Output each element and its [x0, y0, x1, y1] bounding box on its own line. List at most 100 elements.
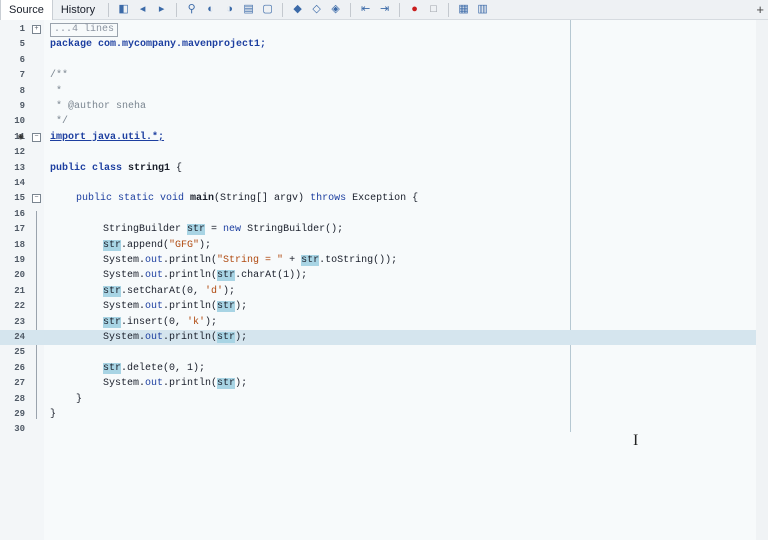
line-number: 15 — [14, 193, 25, 204]
code-text: out — [145, 378, 164, 390]
code-line[interactable]: 26 str.delete(0, 1); — [0, 361, 756, 376]
code-text: .println( — [163, 378, 218, 390]
line-number: 10 — [14, 116, 25, 127]
code-text: System. — [103, 301, 146, 313]
toggle-highlight-icon[interactable]: ▤ — [241, 2, 256, 17]
code-line[interactable]: 16 — [0, 207, 756, 222]
line-number: 5 — [19, 39, 25, 50]
variable-highlight: str — [217, 332, 236, 343]
code-line[interactable]: 10 */ — [0, 114, 756, 129]
fold-collapse-icon[interactable]: − — [32, 194, 41, 204]
toolbar-separator — [282, 2, 284, 17]
uncomment-icon[interactable]: ▥ — [475, 2, 490, 17]
find-next-icon[interactable]: ◑ — [222, 2, 237, 17]
code-line[interactable]: 28 } — [0, 392, 756, 407]
shift-right-icon[interactable]: ⇥ — [377, 2, 392, 17]
prev-bookmark-icon[interactable]: ◆ — [290, 2, 305, 17]
code-text: = — [205, 224, 224, 236]
code-text: } — [50, 409, 57, 420]
toolbar-separator — [399, 2, 401, 17]
code-line[interactable]: 12 — [0, 145, 756, 160]
code-text: ); — [235, 301, 248, 313]
code-line[interactable]: 20 System.out.println(str.charAt(1)); — [0, 268, 756, 283]
code-line[interactable]: 5 package com.mycompany.mavenproject1; — [0, 37, 756, 52]
code-line[interactable]: 29 } — [0, 407, 756, 422]
fold-collapse-icon[interactable]: − — [32, 132, 41, 142]
line-number: 6 — [19, 54, 25, 65]
forward-icon[interactable]: ▸ — [154, 2, 169, 17]
variable-highlight: str — [103, 285, 122, 297]
code-text: .insert(0, — [121, 316, 188, 328]
code-line[interactable]: 27 System.out.println(str); — [0, 376, 756, 391]
collapsed-code-box[interactable]: ...4 lines — [50, 23, 119, 37]
line-number: 22 — [14, 301, 25, 312]
tab-history[interactable]: History — [53, 0, 103, 20]
line-number: 16 — [14, 208, 25, 219]
code-text: ); — [199, 239, 212, 251]
code-text: .setCharAt(0, — [121, 285, 206, 297]
current-code-line[interactable]: 24 System.out.println(str); — [0, 330, 756, 346]
code-line[interactable]: 17 StringBuilder str = new StringBuilder… — [0, 222, 756, 237]
find-icon[interactable]: ⚲ — [184, 2, 199, 17]
toolbar-separator — [108, 2, 110, 17]
code-text: StringBuilder — [103, 224, 188, 236]
next-bookmark-icon[interactable]: ◇ — [309, 2, 324, 17]
line-number: 7 — [19, 70, 25, 81]
toggle-bookmark-icon[interactable]: ◈ — [328, 2, 343, 17]
editor-toolbar: Source History ◧ ◂ ▸ ⚲ ◐ ◑ ▤ ▢ ◆ ◇ ◈ ⇤ ⇥… — [0, 0, 768, 20]
code-text: new — [223, 224, 242, 236]
line-number: 17 — [14, 224, 25, 235]
code-text: ); — [205, 316, 218, 328]
code-line[interactable]: 21 str.setCharAt(0, 'd'); — [0, 284, 756, 299]
toolbar-separator — [448, 2, 450, 17]
code-line[interactable]: 11 ◉ − import java.util.*; — [0, 130, 756, 145]
code-line[interactable]: 30 — [0, 422, 756, 437]
variable-highlight: str — [187, 224, 206, 236]
plus-icon[interactable]: + — [756, 2, 764, 17]
code-text: StringBuilder(); — [241, 224, 344, 236]
comment-text: * @author sneha — [50, 101, 147, 112]
line-number: 20 — [14, 270, 25, 281]
toggle-rect-select-icon[interactable]: ▢ — [260, 2, 275, 17]
find-prev-icon[interactable]: ◐ — [203, 2, 218, 17]
comment-text: * — [50, 85, 63, 97]
variable-highlight: str — [103, 362, 122, 374]
code-text: System. — [103, 378, 146, 390]
code-line[interactable]: 22 System.out.println(str); — [0, 299, 756, 314]
warning-icon[interactable]: ◉ — [18, 132, 23, 142]
code-line[interactable]: 14 — [0, 176, 756, 191]
code-line[interactable]: 13 public class string1 { — [0, 161, 756, 176]
tab-source[interactable]: Source — [0, 0, 53, 20]
fold-expand-icon[interactable]: + — [32, 25, 41, 34]
last-edit-icon[interactable]: ◧ — [116, 2, 131, 17]
variable-highlight: str — [301, 255, 320, 266]
line-number: 25 — [14, 347, 25, 358]
code-line[interactable]: 9 * @author sneha — [0, 99, 756, 114]
code-line[interactable]: 15 − public static void main(String[] ar… — [0, 191, 756, 206]
line-number: 29 — [14, 409, 25, 419]
toolbar-separator — [176, 2, 178, 17]
code-line[interactable]: 8 * — [0, 84, 756, 99]
line-number: 26 — [14, 362, 25, 373]
code-line[interactable]: 6 — [0, 53, 756, 68]
code-line[interactable]: 19 System.out.println("String = " + str.… — [0, 253, 756, 268]
comment-icon[interactable]: ▦ — [456, 2, 471, 17]
code-line[interactable]: 25 — [0, 345, 756, 360]
code-line[interactable]: 23 str.insert(0, 'k'); — [0, 315, 756, 330]
line-number: 19 — [14, 255, 25, 265]
error-stripe[interactable] — [756, 20, 768, 540]
code-line[interactable]: 7 /** — [0, 68, 756, 83]
code-text: { — [170, 162, 183, 174]
code-text: System. — [103, 332, 146, 343]
code-line[interactable]: 1 + ...4 lines — [0, 22, 756, 37]
record-macro-icon[interactable]: ● — [407, 2, 422, 17]
string-literal: "GFG" — [169, 239, 200, 251]
code-editor[interactable]: 1 + ...4 lines 5 package com.mycompany.m… — [0, 20, 768, 540]
string-literal: 'd' — [205, 285, 224, 297]
code-line[interactable]: 18 str.append("GFG"); — [0, 238, 756, 253]
code-text: Exception { — [346, 193, 419, 205]
shift-left-icon[interactable]: ⇤ — [358, 2, 373, 17]
back-icon[interactable]: ◂ — [135, 2, 150, 17]
stop-macro-icon[interactable]: □ — [426, 2, 441, 17]
code-text: .delete(0, 1); — [121, 362, 206, 374]
